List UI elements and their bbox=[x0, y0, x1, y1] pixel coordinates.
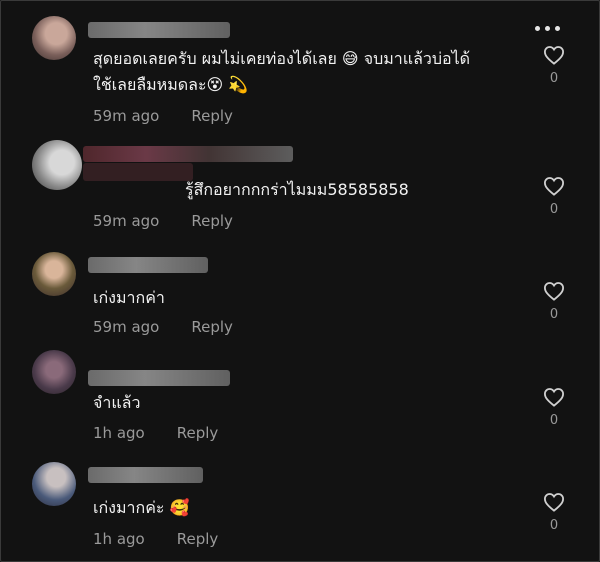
like-count: 0 bbox=[549, 202, 559, 217]
comment-text: เก่งมากค่า bbox=[93, 288, 165, 307]
username-blurred[interactable] bbox=[88, 370, 230, 386]
comment-meta: 59m ago Reply bbox=[93, 318, 233, 336]
avatar[interactable] bbox=[32, 252, 76, 296]
username-blurred[interactable] bbox=[83, 146, 293, 162]
like-count: 0 bbox=[549, 71, 559, 86]
comment-time: 1h ago bbox=[93, 530, 145, 548]
comment-text: สุดยอดเลยครับ ผมไม่เคยท่องได้เลย 😅 จบมาแ… bbox=[93, 49, 471, 68]
avatar[interactable] bbox=[32, 16, 76, 60]
comment-text: เก่งมากค่ะ 🥰 bbox=[93, 498, 190, 517]
like-count: 0 bbox=[549, 518, 559, 533]
like-button[interactable]: 0 bbox=[541, 45, 567, 86]
comment-text: จำแล้ว bbox=[93, 393, 141, 412]
comment-meta: 1h ago Reply bbox=[93, 424, 218, 442]
heart-outline-icon bbox=[543, 493, 565, 512]
comment-text: รู้สึกอยากกกร่าไมมม58585858 bbox=[185, 180, 409, 199]
comment-time: 59m ago bbox=[93, 107, 160, 125]
comment-time: 59m ago bbox=[93, 212, 160, 230]
username-blurred[interactable] bbox=[88, 467, 203, 483]
heart-outline-icon bbox=[543, 177, 565, 196]
username-blurred[interactable] bbox=[88, 22, 230, 38]
like-button[interactable]: 0 bbox=[541, 387, 567, 428]
reply-button[interactable]: Reply bbox=[191, 318, 233, 336]
comment-time: 1h ago bbox=[93, 424, 145, 442]
comment-meta: 59m ago Reply bbox=[93, 107, 233, 125]
comment-meta: 1h ago Reply bbox=[93, 530, 218, 548]
like-button[interactable]: 0 bbox=[541, 281, 567, 322]
like-button[interactable]: 0 bbox=[541, 176, 567, 217]
reply-button[interactable]: Reply bbox=[177, 530, 219, 548]
like-count: 0 bbox=[549, 413, 559, 428]
heart-outline-icon bbox=[543, 46, 565, 65]
reply-button[interactable]: Reply bbox=[177, 424, 219, 442]
avatar[interactable] bbox=[32, 350, 76, 394]
heart-outline-icon bbox=[543, 388, 565, 407]
avatar[interactable] bbox=[32, 462, 76, 506]
comment-meta: 59m ago Reply bbox=[93, 212, 233, 230]
comment-time: 59m ago bbox=[93, 318, 160, 336]
username-blurred-extra bbox=[83, 163, 193, 181]
more-options-icon[interactable] bbox=[535, 26, 560, 31]
heart-outline-icon bbox=[543, 282, 565, 301]
reply-button[interactable]: Reply bbox=[191, 212, 233, 230]
username-blurred[interactable] bbox=[88, 257, 208, 273]
like-count: 0 bbox=[549, 307, 559, 322]
like-button[interactable]: 0 bbox=[541, 492, 567, 533]
avatar[interactable] bbox=[32, 140, 82, 190]
comment-text-line2: ใช้เลยลืมหมดละ😵 💫 bbox=[93, 75, 249, 94]
reply-button[interactable]: Reply bbox=[191, 107, 233, 125]
